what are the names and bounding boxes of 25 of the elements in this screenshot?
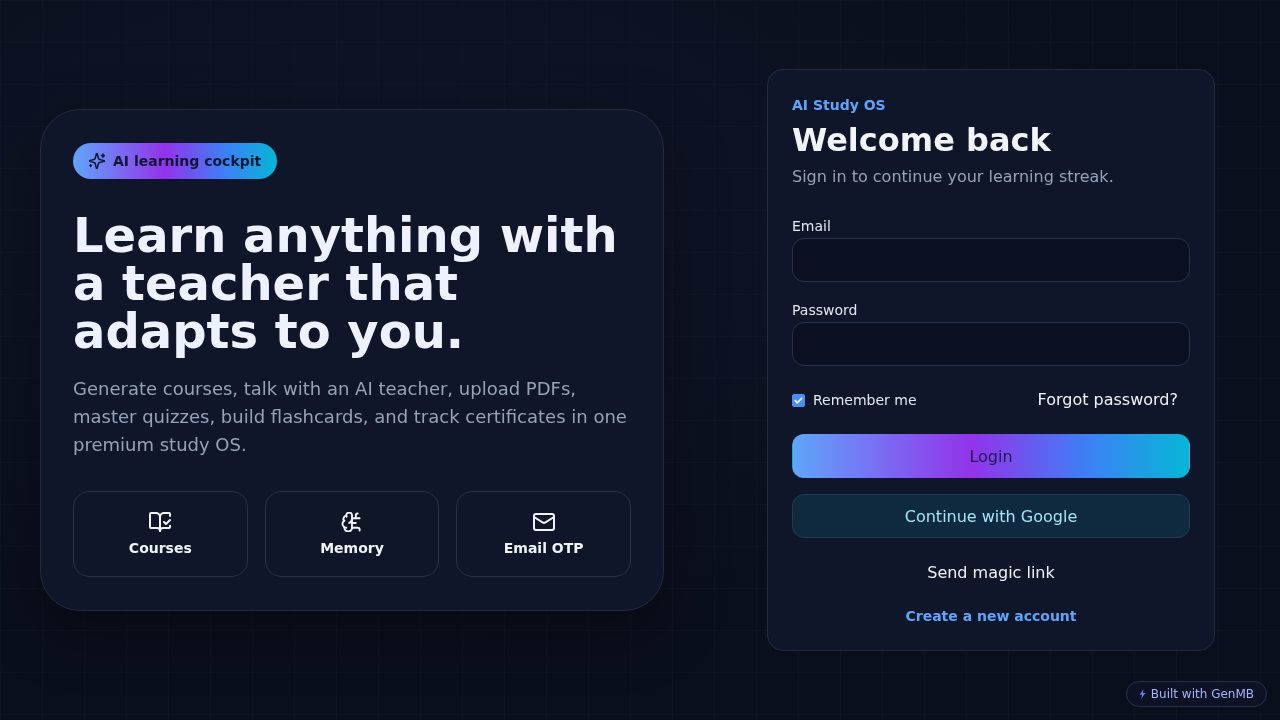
brain-icon — [341, 511, 363, 532]
feature-label: Email OTP — [503, 538, 584, 557]
badge-label: AI learning cockpit — [113, 152, 262, 170]
sparkles-icon — [89, 153, 105, 169]
forgot-password-link[interactable]: Forgot password? — [1025, 388, 1190, 412]
description: Generate courses, talk with an AI teacher, upload PDFs, master quizzes, build flashcards, and track certificates in one premium study OS. — [73, 377, 628, 457]
book-check-icon — [149, 511, 172, 532]
create-account-link[interactable]: Create a new account — [905, 606, 1077, 626]
login-subtitle: Sign in to continue your learning streak. — [792, 166, 1114, 188]
input-field[interactable] — [792, 322, 1190, 366]
google-button[interactable]: Continue with Google — [792, 494, 1190, 538]
built-with-badge[interactable]: Built with GenMB — [1125, 681, 1267, 707]
input-field[interactable] — [792, 238, 1190, 282]
lightning-icon — [1138, 689, 1146, 699]
built-with-label: Built with GenMB — [1150, 686, 1254, 702]
field-label: Password — [792, 301, 858, 320]
feature-label: Courses — [128, 538, 192, 557]
feature-label: Memory — [320, 538, 384, 557]
mail-icon — [532, 511, 555, 532]
field-label: Email — [792, 217, 831, 236]
checkbox-label[interactable]: Remember me — [813, 390, 917, 410]
checkbox[interactable] — [792, 393, 805, 407]
magic-link-button[interactable]: Send magic link — [792, 550, 1190, 594]
eyebrow-text: AI Study OS — [792, 96, 886, 115]
login-title: Welcome back — [792, 121, 1051, 159]
